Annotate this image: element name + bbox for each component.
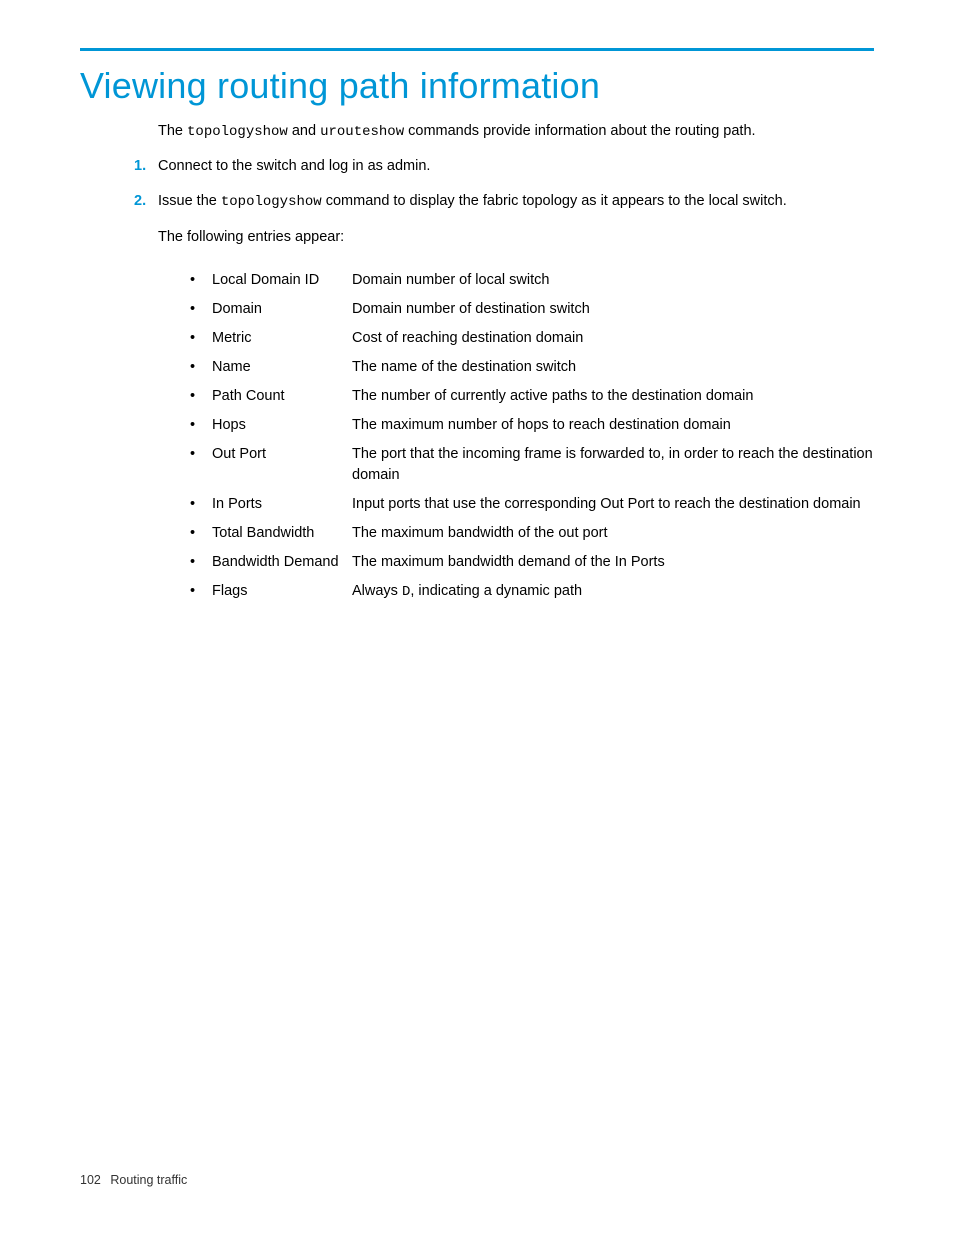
entry-term: Name bbox=[212, 357, 352, 378]
bullet-icon: • bbox=[190, 357, 212, 378]
entry-term: Bandwidth Demand bbox=[212, 552, 352, 573]
entry-row: •Path CountThe number of currently activ… bbox=[190, 386, 874, 407]
entry-term: Flags bbox=[212, 581, 352, 602]
bullet-icon: • bbox=[190, 444, 212, 465]
top-rule bbox=[80, 48, 874, 51]
flags-prefix: Always bbox=[352, 583, 402, 599]
page-number: 102 bbox=[80, 1173, 101, 1187]
step-2-suffix: command to display the fabric topology a… bbox=[322, 193, 787, 209]
entry-term: Hops bbox=[212, 415, 352, 436]
intro-suffix: commands provide information about the r… bbox=[404, 123, 755, 139]
entry-row: •Out PortThe port that the incoming fram… bbox=[190, 444, 874, 486]
intro-mid: and bbox=[288, 123, 320, 139]
entry-desc: Domain number of local switch bbox=[352, 270, 874, 291]
entry-desc: The maximum number of hops to reach dest… bbox=[352, 415, 874, 436]
entry-row: •Local Domain IDDomain number of local s… bbox=[190, 270, 874, 291]
entry-row: •NameThe name of the destination switch bbox=[190, 357, 874, 378]
entry-desc: Input ports that use the corresponding O… bbox=[352, 494, 874, 515]
bullet-icon: • bbox=[190, 386, 212, 407]
entry-desc: Cost of reaching destination domain bbox=[352, 328, 874, 349]
page-content: Viewing routing path information The top… bbox=[0, 0, 954, 602]
steps-list: Connect to the switch and log in as admi… bbox=[138, 156, 874, 247]
entry-desc: Domain number of destination switch bbox=[352, 299, 874, 320]
entry-row: •FlagsAlways D, indicating a dynamic pat… bbox=[190, 581, 874, 602]
entry-term: Metric bbox=[212, 328, 352, 349]
entry-row: •DomainDomain number of destination swit… bbox=[190, 299, 874, 320]
entry-term: Total Bandwidth bbox=[212, 523, 352, 544]
bullet-icon: • bbox=[190, 328, 212, 349]
entry-term: Domain bbox=[212, 299, 352, 320]
page-heading: Viewing routing path information bbox=[80, 65, 874, 107]
entry-term: Out Port bbox=[212, 444, 352, 465]
entry-desc: The maximum bandwidth of the out port bbox=[352, 523, 874, 544]
flags-suffix: , indicating a dynamic path bbox=[410, 583, 582, 599]
entry-term: Local Domain ID bbox=[212, 270, 352, 291]
entry-row: •HopsThe maximum number of hops to reach… bbox=[190, 415, 874, 436]
step-2-cmd: topologyshow bbox=[221, 194, 322, 210]
page-footer: 102 Routing traffic bbox=[80, 1173, 187, 1187]
entry-desc: The port that the incoming frame is forw… bbox=[352, 444, 874, 486]
entries-list: •Local Domain IDDomain number of local s… bbox=[190, 270, 874, 602]
intro-prefix: The bbox=[158, 123, 187, 139]
step-2-prefix: Issue the bbox=[158, 193, 221, 209]
intro-cmd2: urouteshow bbox=[320, 124, 404, 140]
bullet-icon: • bbox=[190, 270, 212, 291]
footer-section: Routing traffic bbox=[110, 1173, 187, 1187]
step-2: Issue the topologyshow command to displa… bbox=[138, 191, 874, 247]
entry-row: •MetricCost of reaching destination doma… bbox=[190, 328, 874, 349]
entry-term: In Ports bbox=[212, 494, 352, 515]
step-1-text: Connect to the switch and log in as admi… bbox=[158, 158, 430, 174]
bullet-icon: • bbox=[190, 581, 212, 602]
intro-paragraph: The topologyshow and urouteshow commands… bbox=[158, 121, 874, 142]
entry-row: •In PortsInput ports that use the corres… bbox=[190, 494, 874, 515]
entry-row: •Total BandwidthThe maximum bandwidth of… bbox=[190, 523, 874, 544]
bullet-icon: • bbox=[190, 494, 212, 515]
entry-desc: The number of currently active paths to … bbox=[352, 386, 874, 407]
intro-cmd1: topologyshow bbox=[187, 124, 288, 140]
entry-term: Path Count bbox=[212, 386, 352, 407]
entry-desc: The name of the destination switch bbox=[352, 357, 874, 378]
bullet-icon: • bbox=[190, 523, 212, 544]
bullet-icon: • bbox=[190, 415, 212, 436]
step-2-substep: The following entries appear: bbox=[158, 227, 874, 248]
bullet-icon: • bbox=[190, 552, 212, 573]
step-1: Connect to the switch and log in as admi… bbox=[138, 156, 874, 177]
entry-row: •Bandwidth DemandThe maximum bandwidth d… bbox=[190, 552, 874, 573]
entry-desc: Always D, indicating a dynamic path bbox=[352, 581, 874, 602]
entry-desc: The maximum bandwidth demand of the In P… bbox=[352, 552, 874, 573]
bullet-icon: • bbox=[190, 299, 212, 320]
